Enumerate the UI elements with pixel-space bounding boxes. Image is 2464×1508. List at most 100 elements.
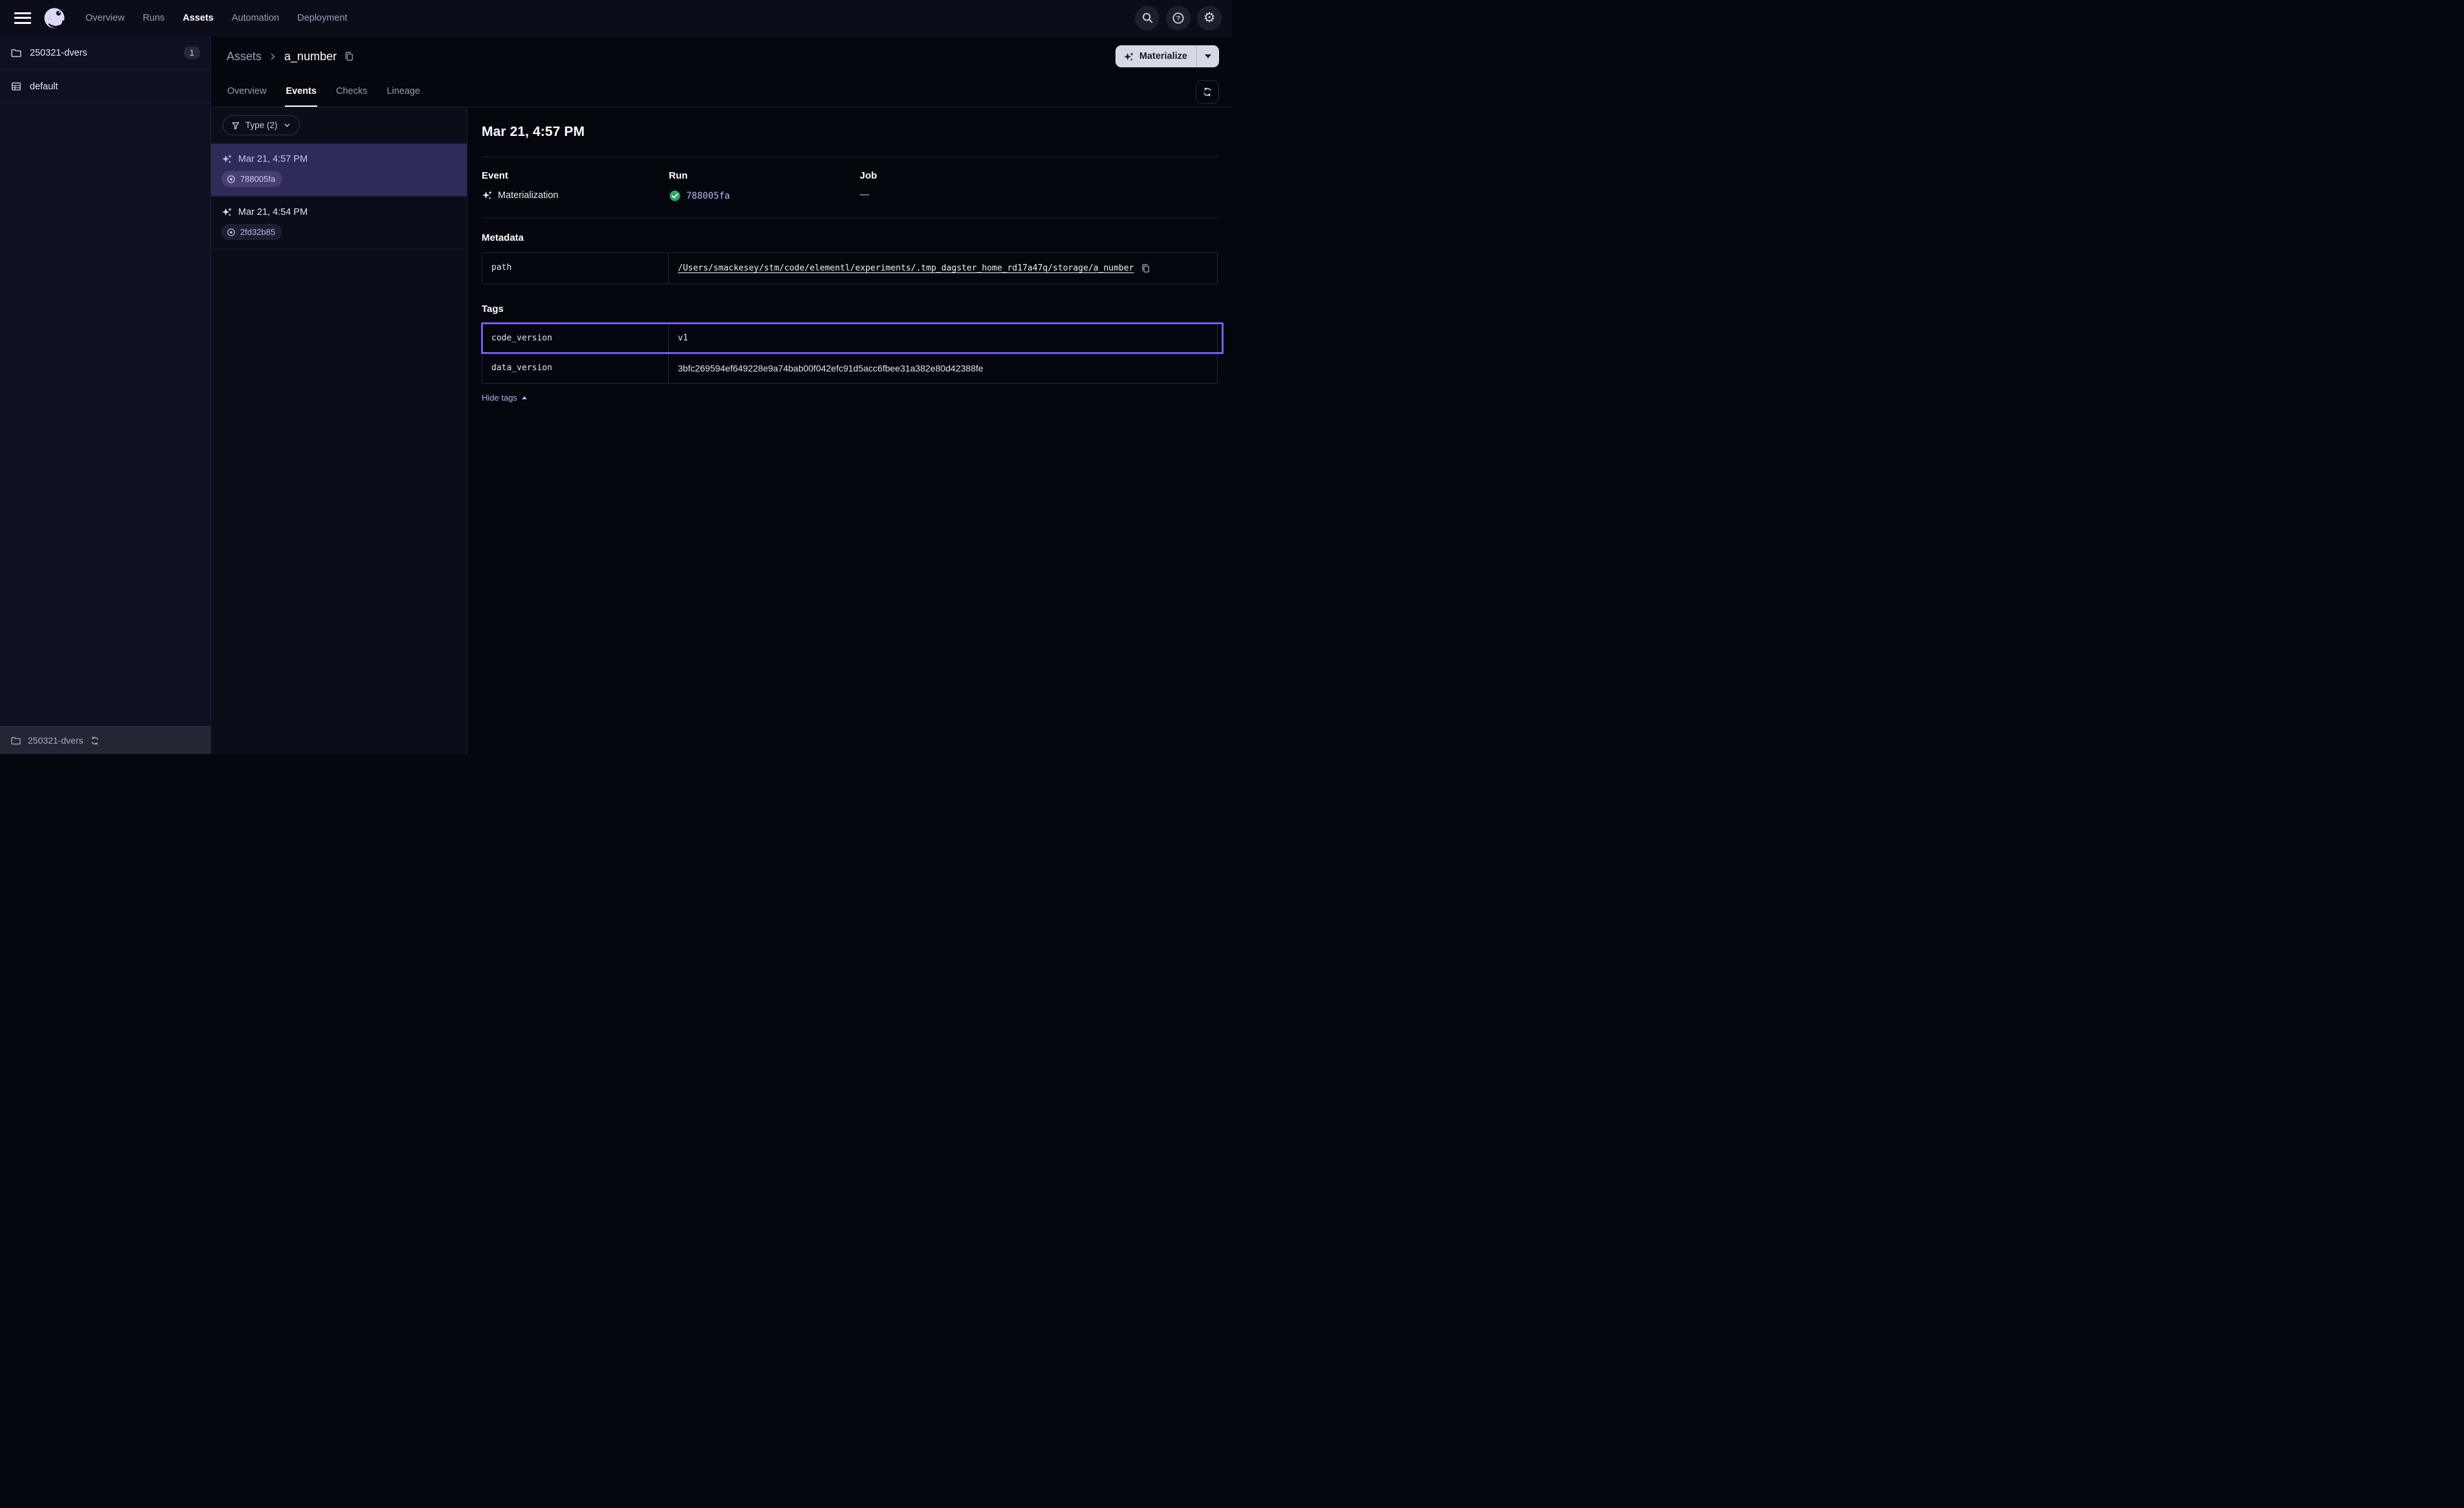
run-id-pill[interactable]: 2fd32b85 [221,224,282,240]
tab-events[interactable]: Events [285,76,317,107]
nav-deployment[interactable]: Deployment [297,13,347,23]
hamburger-menu-icon[interactable] [14,12,31,24]
tab-overview[interactable]: Overview [227,76,267,107]
run-id-pill[interactable]: 788005fa [221,171,282,187]
materialize-label: Materialize [1139,51,1187,61]
job-column-label: Job [860,170,1218,181]
run-id-text: 2fd32b85 [240,227,275,237]
tab-lineage[interactable]: Lineage [386,76,421,107]
type-filter-label: Type (2) [245,120,278,130]
sparkle-icon [221,153,232,164]
event-list-item[interactable]: Mar 21, 4:54 PM 2fd32b85 [211,197,467,250]
job-value: — [860,190,869,200]
hide-tags-label: Hide tags [482,393,517,403]
page-header: Assets a_number Materialize [211,36,1232,76]
event-type-value: Materialization [498,190,559,201]
asset-groups-sidebar: 250321-dvers 1 default 250321-dvers [0,36,211,754]
tab-checks[interactable]: Checks [335,76,368,107]
metadata-section: Metadata path /Users/smackesey/stm/code/… [482,232,1218,284]
dagster-logo[interactable] [41,5,67,31]
nav-assets[interactable]: Assets [183,13,214,23]
tag-value: v1 [678,333,688,343]
sparkle-icon [1123,51,1134,62]
materialize-split-button: Materialize [1115,45,1219,67]
copy-asset-name-button[interactable] [343,50,355,62]
run-target-icon [227,175,236,184]
asset-detail-page: Assets a_number Materialize [211,36,1232,754]
tags-heading: Tags [482,304,1218,315]
refresh-button[interactable] [1196,80,1219,104]
metadata-table: path /Users/smackesey/stm/code/elementl/… [482,252,1218,284]
settings-button[interactable]: ⚙ [1197,6,1222,30]
chevron-right-icon [268,52,278,61]
nav-overview[interactable]: Overview [85,13,124,23]
table-row: path /Users/smackesey/stm/code/elementl/… [482,253,1217,283]
asset-tabs: Overview Events Checks Lineage [211,76,1232,107]
copy-path-button[interactable] [1140,263,1151,274]
sparkle-icon [221,206,232,217]
run-success-icon [669,190,681,202]
event-column-label: Event [482,170,669,181]
breadcrumb: Assets a_number [227,50,355,63]
event-summary-grid: Event Materialization Run [482,170,1218,202]
tags-table: code_version v1 data_version 3bfc269594e… [482,323,1218,384]
tag-value: 3bfc269594ef649228e9a74bab00f042efc91d5a… [678,363,983,373]
breadcrumb-assets-link[interactable]: Assets [227,50,262,63]
divider [482,217,1218,218]
filter-funnel-icon [231,121,240,130]
group-label: default [30,82,200,92]
svg-text:?: ? [1176,14,1180,22]
materialize-button[interactable]: Materialize [1115,45,1196,67]
sidebar-empty-space [0,104,210,726]
events-filter-bar: Type (2) [211,107,467,144]
job-column: Job — [860,170,1218,202]
asset-group-icon [10,81,22,93]
footer-code-location-label: 250321-dvers [28,735,84,746]
sidebar-footer-code-location[interactable]: 250321-dvers [0,726,210,754]
refresh-icon [1202,87,1213,97]
asset-count-badge: 1 [184,47,200,59]
run-id-link[interactable]: 788005fa [686,191,730,201]
help-icon: ? [1172,12,1185,25]
run-column-label: Run [669,170,860,181]
chevron-down-icon [283,121,291,129]
asset-name: a_number [284,50,337,63]
copy-icon [1140,263,1151,274]
tag-key: code_version [482,324,669,353]
nav-automation[interactable]: Automation [232,13,279,23]
metadata-key: path [482,253,669,283]
sidebar-item-code-location[interactable]: 250321-dvers 1 [0,36,210,70]
help-button[interactable]: ? [1166,6,1191,30]
top-navigation-bar: Overview Runs Assets Automation Deployme… [0,0,1232,36]
nav-runs[interactable]: Runs [142,13,164,23]
folder-icon [10,735,21,746]
event-column: Event Materialization [482,170,669,202]
type-filter-button[interactable]: Type (2) [223,115,300,135]
search-button[interactable] [1135,6,1159,30]
run-id-text: 788005fa [240,174,275,184]
sidebar-item-default-group[interactable]: default [0,70,210,104]
run-column: Run 788005fa [669,170,860,202]
event-detail-title: Mar 21, 4:57 PM [482,124,1218,140]
search-icon [1141,12,1154,24]
run-target-icon [227,228,236,237]
table-row: data_version 3bfc269594ef649228e9a74bab0… [482,353,1217,383]
event-timestamp: Mar 21, 4:57 PM [238,154,308,164]
events-list-panel: Type (2) Mar 21, 4:57 PM [211,107,467,754]
tags-section: Tags code_version v1 data_version 3bfc26… [482,304,1218,404]
table-row-highlighted: code_version v1 [482,324,1217,353]
copy-icon [343,50,355,62]
event-list-item-selected[interactable]: Mar 21, 4:57 PM 788005fa [211,144,467,197]
hide-tags-toggle[interactable]: Hide tags [482,393,527,403]
metadata-heading: Metadata [482,232,1218,243]
metadata-path-link[interactable]: /Users/smackesey/stm/code/elementl/exper… [678,263,1134,273]
sparkle-icon [482,190,493,201]
gear-icon: ⚙ [1204,11,1216,25]
folder-icon [10,47,22,59]
reload-icon[interactable] [90,736,100,746]
event-detail-pane: Mar 21, 4:57 PM Event Materialization [467,107,1232,754]
code-location-label: 250321-dvers [30,48,176,58]
caret-down-icon [1205,54,1211,58]
tag-key: data_version [482,353,669,383]
materialize-dropdown-button[interactable] [1197,45,1219,67]
